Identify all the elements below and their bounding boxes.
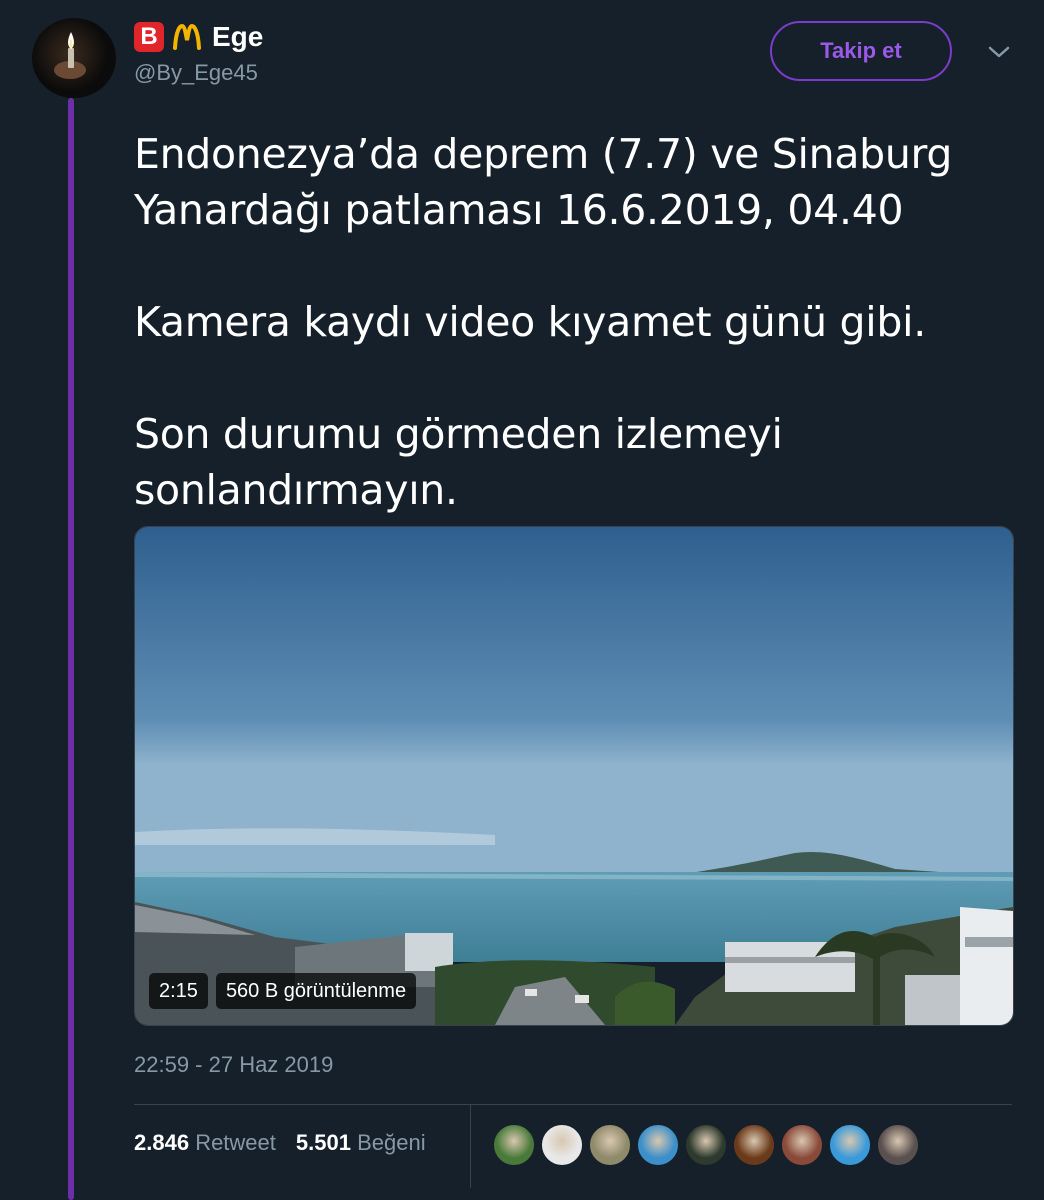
- author-name-row: B Ege: [134, 18, 263, 56]
- tweet-paragraph: Kamera kaydı video kıyamet günü gibi.: [134, 298, 926, 346]
- liker-avatar-person-dark[interactable]: [684, 1123, 728, 1167]
- display-name[interactable]: Ege: [212, 21, 263, 53]
- liker-avatar-drawing[interactable]: [588, 1123, 632, 1167]
- user-handle[interactable]: @By_Ege45: [134, 60, 258, 86]
- liker-avatars: [492, 1123, 920, 1167]
- retweet-stat[interactable]: 2.846 Retweet: [134, 1130, 276, 1156]
- video-player[interactable]: 2:15 560 B görüntülenme: [134, 526, 1014, 1026]
- video-view-count: 560 B görüntülenme: [215, 973, 417, 1009]
- like-label: Beğeni: [357, 1130, 426, 1155]
- tweet-text: Endonezya’da deprem (7.7) ve Sinaburg Ya…: [134, 126, 1014, 518]
- chevron-down-icon[interactable]: [985, 42, 1013, 62]
- liker-avatar-cowboy[interactable]: [732, 1123, 776, 1167]
- tweet-paragraph: Endonezya’da deprem (7.7) ve Sinaburg Ya…: [134, 130, 953, 234]
- retweet-count: 2.846: [134, 1130, 190, 1155]
- liker-avatar-coffee[interactable]: [540, 1123, 584, 1167]
- stats-divider: [470, 1104, 471, 1188]
- b-badge-icon: B: [134, 22, 164, 52]
- retweet-label: Retweet: [195, 1130, 276, 1155]
- thread-line: [68, 98, 74, 1200]
- lighter-flame-icon: [54, 32, 86, 79]
- liker-avatar-man[interactable]: [780, 1123, 824, 1167]
- video-meta: 2:15 560 B görüntülenme: [149, 973, 417, 1009]
- like-count: 5.501: [295, 1130, 351, 1155]
- user-avatar[interactable]: [32, 18, 116, 98]
- liker-avatar-flowers[interactable]: [492, 1123, 536, 1167]
- tweet-timestamp[interactable]: 22:59 - 27 Haz 2019: [134, 1052, 333, 1078]
- follow-button[interactable]: Takip et: [770, 21, 952, 81]
- liker-avatar-woman[interactable]: [876, 1123, 920, 1167]
- video-thumbnail: [135, 527, 1013, 1025]
- liker-avatar-birds[interactable]: [636, 1123, 680, 1167]
- like-stat[interactable]: 5.501 Beğeni: [296, 1130, 426, 1156]
- tweet-paragraph: Son durumu görmeden izlemeyi sonlandırma…: [134, 410, 783, 514]
- tweet-stats: 2.846 Retweet 5.501 Beğeni: [134, 1130, 426, 1156]
- m-logo-icon: [173, 23, 201, 50]
- liker-avatar-beach[interactable]: [828, 1123, 872, 1167]
- video-duration: 2:15: [149, 973, 208, 1009]
- divider: [134, 1104, 1012, 1105]
